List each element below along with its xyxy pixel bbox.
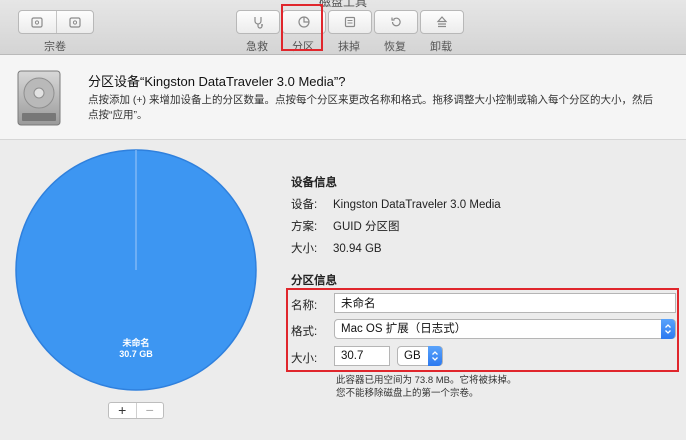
unmount-icon xyxy=(436,16,448,28)
stethoscope-icon xyxy=(254,17,263,29)
partition-dialog-description: 点按添加 (+) 来增加设备上的分区数量。点按每个分区来更改名称和格式。拖移调整… xyxy=(88,94,653,121)
first-aid-label: 急救 xyxy=(246,41,268,53)
volume-segmented-control[interactable] xyxy=(18,10,94,34)
add-remove-partition-control: + − xyxy=(108,402,164,419)
window-title: 磁盘工具 xyxy=(318,0,367,9)
device-info-value: 30.94 GB xyxy=(333,243,382,255)
device-info-row: 大小: 30.94 GB xyxy=(291,240,382,256)
partition-icon xyxy=(298,16,310,28)
first-volume-note: 您不能移除磁盘上的第一个宗卷。 xyxy=(336,388,479,399)
pie-partition-size: 30.7 GB xyxy=(119,349,153,359)
device-info-value: GUID 分区图 xyxy=(333,221,400,233)
unmount-button[interactable] xyxy=(420,10,464,34)
format-value: Mac OS 扩展（日志式） xyxy=(341,323,467,335)
container-note: 此容器已用空间为 73.8 MB。它将被抹掉。 xyxy=(336,375,517,386)
partition-name-input[interactable] xyxy=(334,293,676,313)
unit-stepper-icon xyxy=(428,346,442,366)
erase-label: 抹掉 xyxy=(338,41,360,53)
size-unit-value: GB xyxy=(404,350,421,362)
format-stepper-icon xyxy=(661,319,675,339)
first-aid-button[interactable] xyxy=(236,10,280,34)
device-info-title: 设备信息 xyxy=(291,177,337,189)
add-volume-button[interactable] xyxy=(19,11,56,33)
partition-header: 分区设备“Kingston DataTraveler 3.0 Media”? 点… xyxy=(0,55,686,140)
partition-main-area: 未命名 30.7 GB + − 设备信息 设备: Kingston DataTra… xyxy=(0,140,686,440)
format-popup[interactable]: Mac OS 扩展（日志式） xyxy=(334,319,676,339)
partition-info-title: 分区信息 xyxy=(291,275,337,287)
size-label: 大小: xyxy=(291,353,318,365)
erase-icon xyxy=(344,16,356,28)
restore-label: 恢复 xyxy=(384,41,406,53)
hard-disk-icon xyxy=(17,70,61,126)
device-info-key: 设备: xyxy=(291,199,318,211)
erase-button[interactable] xyxy=(328,10,372,34)
partition-size-input[interactable] xyxy=(334,346,390,366)
name-label: 名称: xyxy=(291,300,318,312)
size-unit-popup[interactable]: GB xyxy=(397,346,443,366)
restore-button[interactable] xyxy=(374,10,418,34)
restore-icon xyxy=(391,17,401,27)
device-info-row: 设备: Kingston DataTraveler 3.0 Media xyxy=(291,196,501,212)
updown-arrows-icon xyxy=(665,324,671,334)
device-info-key: 大小: xyxy=(291,243,318,255)
remove-volume-button[interactable] xyxy=(55,11,94,33)
partition-label: 分区 xyxy=(292,41,314,53)
remove-volume-icon xyxy=(69,17,81,28)
partition-button[interactable] xyxy=(282,10,326,34)
add-partition-button[interactable]: + xyxy=(109,403,136,418)
unmount-label: 卸载 xyxy=(430,41,452,53)
device-info-row: 方案: GUID 分区图 xyxy=(291,218,399,234)
add-volume-icon xyxy=(31,17,43,28)
updown-arrows-icon xyxy=(432,351,438,361)
toolbar: 磁盘工具 宗卷 急救 分区 抹掉 恢复 卸载 xyxy=(0,0,686,55)
volume-label: 宗卷 xyxy=(44,41,66,53)
pie-partition-name: 未命名 xyxy=(122,338,150,348)
format-label: 格式: xyxy=(291,326,318,338)
remove-partition-button[interactable]: − xyxy=(135,403,164,418)
device-info-key: 方案: xyxy=(291,221,318,233)
partition-pie-chart[interactable]: 未命名 30.7 GB xyxy=(14,148,258,397)
partition-dialog-title: 分区设备“Kingston DataTraveler 3.0 Media”? xyxy=(88,74,346,89)
device-info-value: Kingston DataTraveler 3.0 Media xyxy=(333,199,501,211)
